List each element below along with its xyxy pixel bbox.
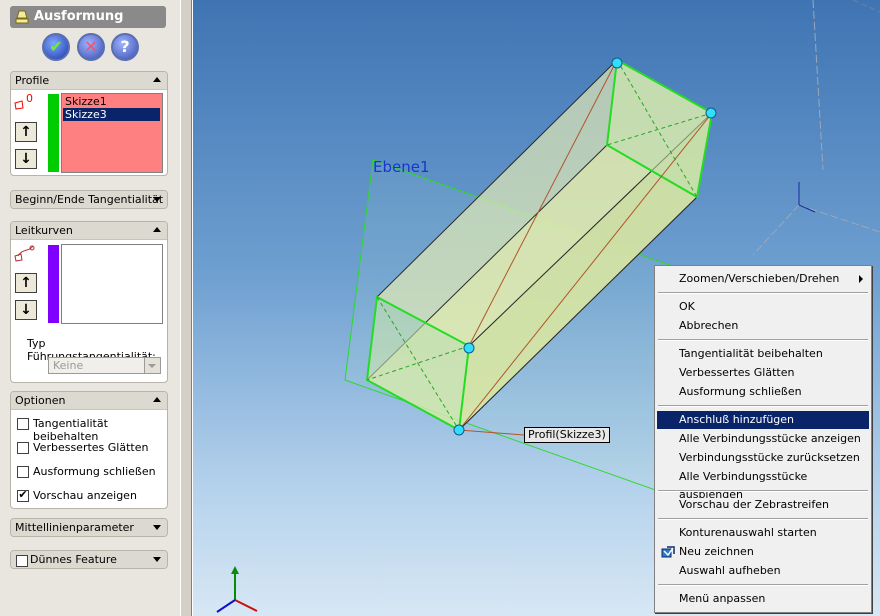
option-label: Tangentialität beibehalten <box>33 417 108 443</box>
connector-handle[interactable] <box>453 424 465 436</box>
menu-separator <box>658 584 868 586</box>
menu-item-label: Neu zeichnen <box>679 545 754 558</box>
option-label: Ausformung schließen <box>33 465 156 478</box>
connector-handle[interactable] <box>705 107 717 119</box>
menu-item-zoom-pan-rotate[interactable]: Zoomen/Verschieben/Drehen <box>657 270 869 288</box>
guide-curves-group-header[interactable]: Leitkurven <box>11 222 167 240</box>
menu-item-close-loft[interactable]: Ausformung schließen <box>657 383 869 401</box>
loft-feature-icon <box>15 10 29 24</box>
menu-separator <box>658 405 868 407</box>
move-down-button[interactable]: ↓ <box>15 300 37 320</box>
thin-feature-checkbox[interactable] <box>16 555 28 567</box>
profile-list-item[interactable]: Skizze3 <box>63 108 160 121</box>
tangency-group: Beginn/Ende Tangentialität <box>10 190 168 209</box>
menu-item-improved-smoothing[interactable]: Verbessertes Glätten <box>657 364 869 382</box>
profile-tooltip: Profil(Skizze3) <box>524 427 610 443</box>
guide-curve-icon <box>14 245 35 262</box>
arrow-up-icon: ↑ <box>20 124 32 140</box>
collapse-arrow-icon <box>153 227 161 232</box>
menu-item-show-all-connectors[interactable]: Alle Verbindungsstücke anzeigen <box>657 430 869 448</box>
menu-item-clear-selection[interactable]: Auswahl aufheben <box>657 562 869 580</box>
move-down-button[interactable]: ↓ <box>15 149 37 169</box>
menu-item-label: Zoomen/Verschieben/Drehen <box>679 272 840 285</box>
menu-item-customize-menu[interactable]: Menü anpassen <box>657 590 869 608</box>
profile-list-item[interactable]: Skizze1 <box>63 95 160 108</box>
menu-item-redraw[interactable]: Neu zeichnen <box>657 543 869 561</box>
move-up-button[interactable]: ↑ <box>15 273 37 293</box>
ok-button[interactable]: ✔ <box>42 33 70 61</box>
guide-curves-list[interactable] <box>61 244 163 324</box>
arrow-down-icon: ↓ <box>20 151 32 167</box>
connector-handle[interactable] <box>463 342 475 354</box>
collapse-arrow-icon <box>153 77 161 82</box>
option-label: Verbessertes Glätten <box>33 441 149 454</box>
help-icon: ? <box>120 37 130 56</box>
menu-separator <box>658 339 868 341</box>
tangency-keep-checkbox[interactable] <box>17 418 29 430</box>
coordinate-triad <box>216 566 258 613</box>
guide-tangency-select[interactable]: Keine <box>48 357 161 374</box>
chevron-down-icon <box>148 364 156 368</box>
menu-item-hide-all-connectors[interactable]: Alle Verbindungsstücke ausblenden <box>657 468 869 501</box>
menu-item-reset-connectors[interactable]: Verbindungsstücke zurücksetzen <box>657 449 869 467</box>
menu-item-ok[interactable]: OK <box>657 298 869 316</box>
menu-separator <box>658 518 868 520</box>
tangency-group-title: Beginn/Ende Tangentialität <box>15 193 164 206</box>
expand-arrow-icon <box>153 525 161 530</box>
connector-handle[interactable] <box>611 57 623 69</box>
panel-splitter[interactable] <box>180 0 192 616</box>
options-group-title: Optionen <box>15 394 66 407</box>
submenu-arrow-icon <box>859 275 863 283</box>
show-preview-checkbox[interactable]: ✔ <box>17 488 29 502</box>
context-menu: Zoomen/Verschieben/Drehen OK Abbrechen T… <box>654 265 872 613</box>
profile-group-title: Profile <box>15 74 50 87</box>
menu-item-keep-tangency[interactable]: Tangentialität beibehalten <box>657 345 869 363</box>
centerline-group-header[interactable]: Mittellinienparameter <box>11 519 167 536</box>
profile-list[interactable]: Skizze1 Skizze3 <box>61 93 163 173</box>
expand-arrow-icon <box>153 557 161 562</box>
menu-separator <box>658 490 868 492</box>
menu-item-start-contour-select[interactable]: Konturenauswahl starten <box>657 524 869 542</box>
menu-separator <box>658 292 868 294</box>
help-button[interactable]: ? <box>111 33 139 61</box>
expand-arrow-icon <box>153 197 161 202</box>
thin-feature-group-header[interactable]: Dünnes Feature <box>11 551 167 568</box>
property-manager: Ausformung ✔ ✕ ? Profile 0 ↑ ↓ Skizze1 S… <box>0 0 180 616</box>
move-up-button[interactable]: ↑ <box>15 122 37 142</box>
menu-item-cancel[interactable]: Abbrechen <box>657 317 869 335</box>
guide-color-bar <box>48 245 59 323</box>
profile-count-badge: 0 <box>26 92 33 105</box>
option-label: Vorschau anzeigen <box>33 489 137 502</box>
tangency-group-header[interactable]: Beginn/Ende Tangentialität <box>11 191 167 208</box>
collapse-arrow-icon <box>153 397 161 402</box>
options-group: Optionen Tangentialität beibehalten Verb… <box>10 391 168 509</box>
check-mark: ✔ <box>18 488 28 501</box>
close-loft-checkbox[interactable] <box>17 466 29 478</box>
centerline-group: Mittellinienparameter <box>10 518 168 537</box>
menu-item-add-connector[interactable]: Anschluß hinzufügen <box>657 411 869 429</box>
cancel-button[interactable]: ✕ <box>77 33 105 61</box>
guide-curves-group-title: Leitkurven <box>15 224 73 237</box>
plane-label: Ebene1 <box>373 158 430 176</box>
feature-title: Ausformung <box>34 9 124 24</box>
options-group-header[interactable]: Optionen <box>11 392 167 410</box>
profile-group-header[interactable]: Profile <box>11 72 167 90</box>
feature-title-bar: Ausformung <box>10 6 166 28</box>
dropdown-button[interactable] <box>144 358 160 373</box>
profile-color-bar <box>48 94 59 172</box>
thin-feature-group: Dünnes Feature <box>10 550 168 569</box>
menu-item-zebra-preview[interactable]: Vorschau der Zebrastreifen <box>657 496 869 514</box>
redraw-icon <box>661 546 675 558</box>
arrow-up-icon: ↑ <box>20 275 32 291</box>
checkmark-icon: ✔ <box>49 37 63 56</box>
thin-feature-group-title: Dünnes Feature <box>30 553 117 566</box>
profile-group: Profile 0 ↑ ↓ Skizze1 Skizze3 <box>10 71 168 176</box>
centerline-group-title: Mittellinienparameter <box>15 521 134 534</box>
smoothing-checkbox[interactable] <box>17 442 29 454</box>
close-icon: ✕ <box>84 37 98 56</box>
arrow-down-icon: ↓ <box>20 302 32 318</box>
guide-tangency-value: Keine <box>53 359 84 372</box>
